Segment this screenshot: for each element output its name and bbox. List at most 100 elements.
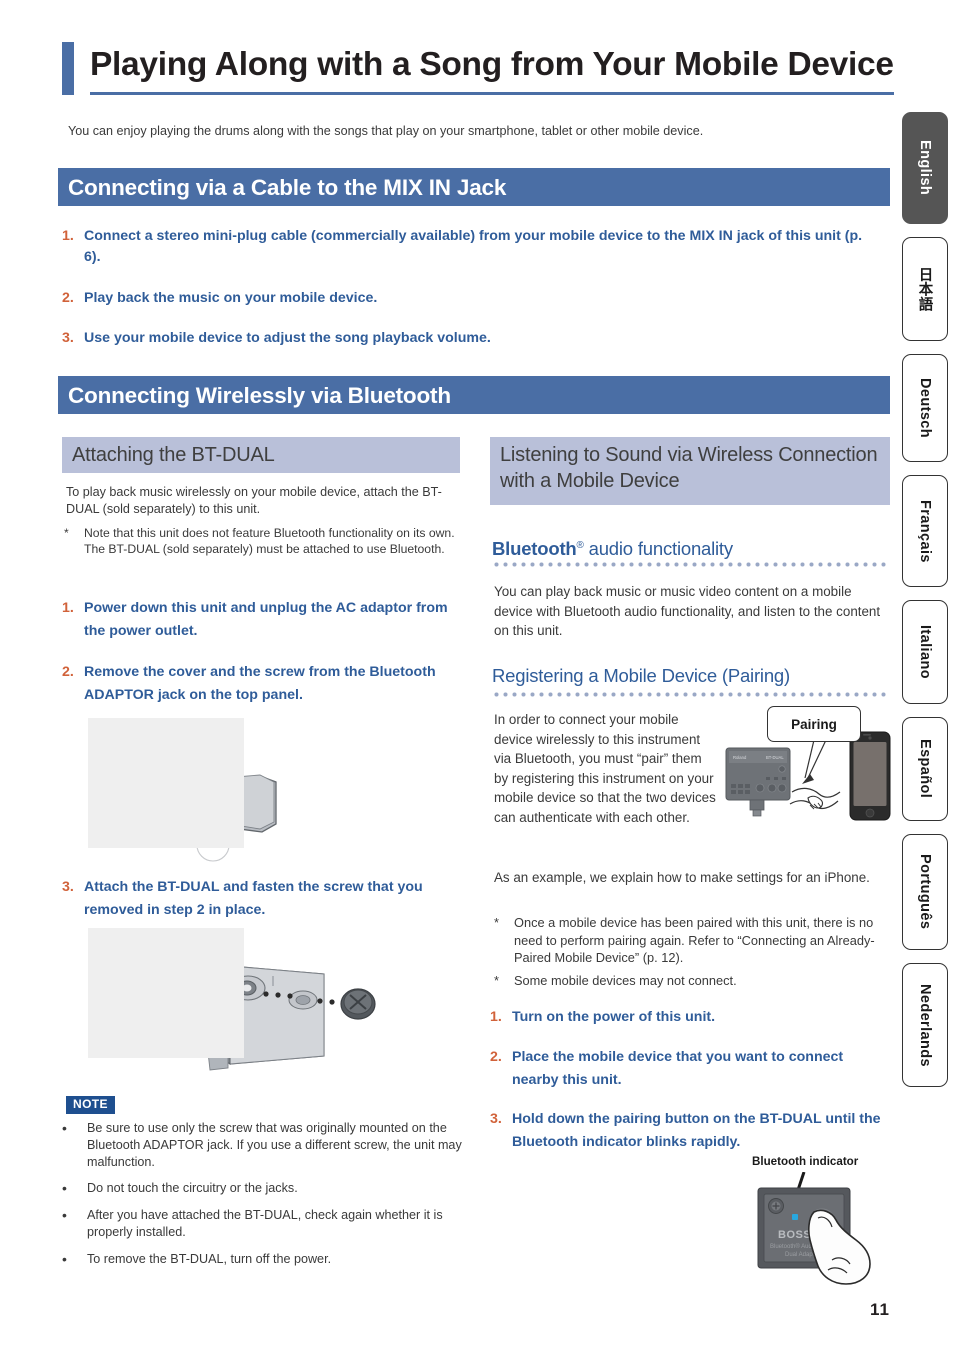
- registered-mark: ®: [576, 540, 584, 551]
- attach-step-2-text: Remove the cover and the screw from the …: [84, 664, 436, 703]
- figure-backdrop: [88, 718, 244, 848]
- language-tab-nederlands[interactable]: Nederlands: [902, 963, 948, 1087]
- mixin-step-3: 3. Use your mobile device to adjust the …: [62, 328, 882, 349]
- asterisk-mark: *: [64, 526, 69, 540]
- mixin-step-1-number: 1.: [62, 228, 74, 244]
- document-page: Playing Along with a Song from Your Mobi…: [0, 0, 954, 1348]
- pairing-step-2: 2. Place the mobile device that you want…: [490, 1046, 888, 1091]
- title-accent-bar: [62, 42, 74, 95]
- language-tab-label: Deutsch: [917, 377, 933, 438]
- pairing-step-3-text: Hold down the pairing button on the BT-D…: [512, 1111, 881, 1150]
- pairing-asterisk-2: * Some mobile devices may not connect.: [494, 972, 890, 990]
- language-tab-deutsch[interactable]: Deutsch: [902, 354, 948, 462]
- bullet-icon: •: [62, 1207, 67, 1223]
- attach-step-3-number: 3.: [62, 879, 74, 895]
- left-asterisk-note: * Note that this unit does not feature B…: [64, 525, 460, 558]
- pairing-step-1-text: Turn on the power of this unit.: [512, 1009, 716, 1025]
- asterisk-mark: *: [494, 973, 499, 988]
- left-intro-paragraph: To play back music wirelessly on your mo…: [66, 485, 442, 516]
- pairing-body-paragraph: In order to connect your mobile device w…: [494, 712, 716, 825]
- mixin-step-2-text: Play back the music on your mobile devic…: [84, 290, 378, 306]
- language-tab-label: Nederlands: [917, 983, 933, 1067]
- asterisk-mark: *: [494, 915, 499, 930]
- section-heading-bluetooth: Connecting Wirelessly via Bluetooth: [58, 376, 890, 414]
- note-bullet-2: • Do not touch the circuitry or the jack…: [62, 1180, 462, 1197]
- pairing-step-3-number: 3.: [490, 1111, 502, 1127]
- bluetooth-audio-body: You can play back music or music video c…: [494, 584, 881, 638]
- heading-rest: audio functionality: [583, 538, 734, 560]
- mixin-step-3-number: 3.: [62, 330, 74, 346]
- adaptor-jack-cover-removal-figure: [88, 718, 378, 868]
- note-bullet-4: • To remove the BT-DUAL, turn off the po…: [62, 1251, 462, 1268]
- bt-dual-attach-screw-figure: [88, 928, 406, 1078]
- language-tab-label: 日本語: [916, 266, 933, 312]
- figure-backdrop: [88, 928, 244, 1058]
- note-bullet-1: • Be sure to use only the screw that was…: [62, 1120, 462, 1171]
- pairing-callout-label: Pairing: [791, 716, 837, 732]
- bullet-icon: •: [62, 1251, 67, 1267]
- pairing-example-text: As an example, we explain how to make se…: [494, 870, 870, 885]
- page-number: 11: [870, 1300, 890, 1319]
- pairing-step-2-number: 2.: [490, 1049, 502, 1065]
- dotted-rule: [492, 692, 888, 697]
- language-tab-label: Português: [917, 854, 933, 930]
- note-badge: NOTE: [66, 1096, 115, 1114]
- pairing-step-1-number: 1.: [490, 1009, 502, 1025]
- language-tab-italiano[interactable]: Italiano: [902, 600, 948, 704]
- section-heading-mix-in: Connecting via a Cable to the MIX IN Jac…: [58, 168, 890, 206]
- subheading-listening-wireless: Listening to Sound via Wireless Connecti…: [490, 437, 890, 505]
- mixin-step-2: 2. Play back the music on your mobile de…: [62, 288, 882, 309]
- svg-text:BT-DUAL: BT-DUAL: [766, 755, 784, 760]
- language-tab-espanol[interactable]: Español: [902, 717, 948, 821]
- attach-step-2-number: 2.: [62, 664, 74, 680]
- page-intro-text: You can enjoy playing the drums along wi…: [68, 124, 704, 138]
- pairing-asterisk-1: * Once a mobile device has been paired w…: [494, 914, 890, 967]
- language-tab-strip[interactable]: English 日本語 Deutsch Français Italiano Es…: [902, 112, 948, 1100]
- language-tab-label: Italiano: [917, 625, 933, 679]
- language-tab-francais[interactable]: Français: [902, 475, 948, 587]
- note-bullet-3: • After you have attached the BT-DUAL, c…: [62, 1207, 462, 1241]
- bluetooth-indicator-label: Bluetooth indicator: [752, 1155, 859, 1168]
- attach-step-2: 2. Remove the cover and the screw from t…: [62, 661, 458, 706]
- mixin-step-2-number: 2.: [62, 290, 74, 306]
- note-bullet-2-text: Do not touch the circuitry or the jacks.: [87, 1181, 298, 1195]
- note-bullet-1-text: Be sure to use only the screw that was o…: [87, 1121, 462, 1169]
- pairing-asterisk-2-text: Some mobile devices may not connect.: [514, 973, 737, 988]
- bullet-icon: •: [62, 1180, 67, 1196]
- language-tab-english[interactable]: English: [902, 112, 948, 224]
- attach-step-1-number: 1.: [62, 600, 74, 616]
- note-bullet-4-text: To remove the BT-DUAL, turn off the powe…: [87, 1252, 332, 1266]
- heading-registering-pairing: Registering a Mobile Device (Pairing): [492, 665, 790, 686]
- attach-step-3-text: Attach the BT-DUAL and fasten the screw …: [84, 879, 423, 918]
- attach-step-1: 1. Power down this unit and unplug the A…: [62, 597, 458, 642]
- attach-step-3: 3. Attach the BT-DUAL and fasten the scr…: [62, 876, 458, 921]
- pairing-callout-box: Pairing: [767, 706, 861, 742]
- mixin-step-1-text: Connect a stereo mini-plug cable (commer…: [84, 228, 863, 265]
- pairing-step-2-text: Place the mobile device that you want to…: [512, 1049, 844, 1088]
- bullet-icon: •: [62, 1120, 67, 1136]
- heading-bluetooth-word: Bluetooth: [492, 538, 577, 560]
- page-title-row: Playing Along with a Song from Your Mobi…: [62, 42, 894, 95]
- language-tab-japanese[interactable]: 日本語: [902, 237, 948, 341]
- asterisk-text: Note that this unit does not feature Blu…: [84, 526, 455, 557]
- mixin-step-3-text: Use your mobile device to adjust the son…: [84, 330, 491, 346]
- note-bullet-3-text: After you have attached the BT-DUAL, che…: [87, 1208, 443, 1239]
- svg-text:BOSS: BOSS: [778, 1229, 811, 1241]
- language-tab-portugues[interactable]: Português: [902, 834, 948, 950]
- language-tab-label: English: [917, 140, 933, 196]
- dotted-rule: [492, 562, 888, 567]
- mixin-step-1: 1. Connect a stereo mini-plug cable (com…: [62, 226, 882, 268]
- pairing-step-3: 3. Hold down the pairing button on the B…: [490, 1108, 888, 1153]
- pairing-illustration: Pairing Roland BT-DUAL: [722, 706, 894, 844]
- bt-dual-device-svg: BOSS Bluetooth® Audio MIDI Dual Adaptor: [757, 1171, 871, 1285]
- attach-step-1-text: Power down this unit and unplug the AC a…: [84, 600, 448, 639]
- heading-bluetooth-audio-functionality: Bluetooth® audio functionality: [492, 534, 892, 561]
- language-tab-label: Français: [917, 499, 933, 563]
- pairing-step-1: 1. Turn on the power of this unit.: [490, 1006, 888, 1029]
- svg-text:Roland: Roland: [733, 755, 747, 760]
- pairing-asterisk-1-text: Once a mobile device has been paired wit…: [514, 915, 875, 966]
- bluetooth-indicator-figure: BOSS Bluetooth® Audio MIDI Dual Adaptor: [752, 1171, 892, 1290]
- subheading-attaching-bt-dual: Attaching the BT-DUAL: [62, 437, 460, 473]
- page-title: Playing Along with a Song from Your Mobi…: [90, 42, 894, 95]
- language-tab-label: Español: [917, 739, 933, 799]
